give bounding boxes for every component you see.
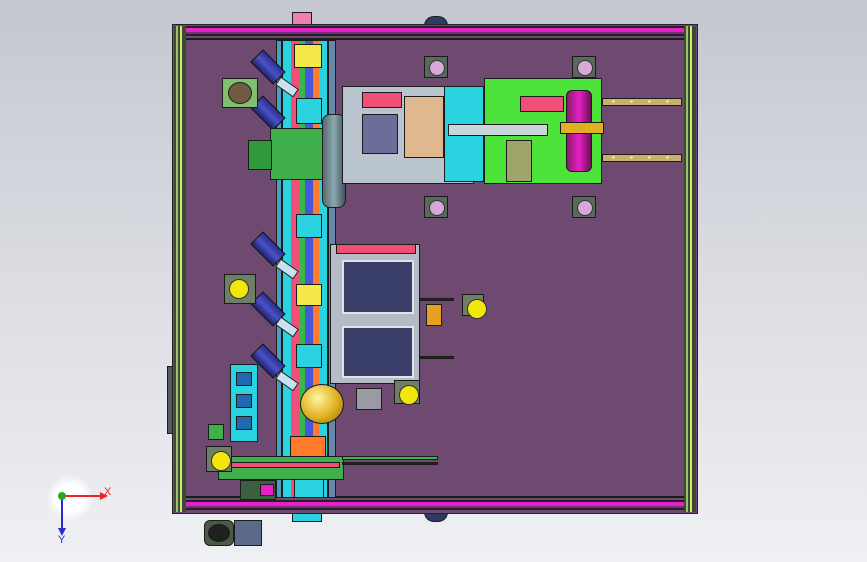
mounting-bolt [572, 196, 596, 218]
conveyor-station [296, 214, 322, 238]
cyan-column-inset [236, 394, 252, 408]
mounting-bolt [424, 56, 448, 78]
upper-assembly-dark [362, 114, 398, 154]
rail-hole [666, 100, 669, 103]
module-pin [420, 298, 454, 301]
conveyor-station [296, 98, 322, 124]
carriage-motor [506, 140, 532, 182]
frame-rail-left [174, 26, 186, 512]
upper-assembly-tan [404, 96, 444, 158]
carriage-pink-bar [520, 96, 564, 112]
carriage-bridge [448, 124, 548, 136]
cyan-column-inset [236, 416, 252, 430]
yellow-bolt [462, 294, 487, 319]
yellow-bolt [394, 380, 420, 405]
yellow-bolt [224, 274, 256, 304]
motor-coupler [234, 520, 262, 546]
rail-hole [612, 156, 615, 159]
long-rod [342, 462, 438, 465]
dark-module-lower [342, 326, 414, 378]
lower-platform-stripe [222, 462, 340, 468]
rail-hole [666, 156, 669, 159]
rail-hole [612, 100, 615, 103]
frame-rail-top [186, 26, 684, 36]
round-fitting-core [228, 82, 252, 104]
frame-inner-line-top [186, 38, 684, 40]
rail-hole [648, 100, 651, 103]
upper-assembly-pink [362, 92, 402, 108]
carriage-tan-bar [560, 122, 604, 134]
cyan-column-inset [236, 372, 252, 386]
sphere-bracket [356, 388, 382, 410]
module-pin [420, 356, 454, 359]
frame-rail-right [684, 26, 696, 512]
mounting-bolt [424, 196, 448, 218]
x-axis-label: X [104, 486, 112, 498]
module-latch [426, 304, 442, 326]
lower-platform [218, 456, 344, 480]
green-bracket [270, 128, 324, 180]
coordinate-triad: X Y [40, 474, 120, 554]
conveyor-station [296, 284, 322, 306]
triad-origin [58, 492, 66, 500]
gold-sphere [300, 384, 344, 424]
motor-gearbox-core [208, 524, 230, 542]
side-handle [167, 366, 173, 434]
rail-hole [630, 100, 633, 103]
long-rod [342, 456, 438, 460]
small-green-block [208, 424, 224, 440]
dark-module-upper [342, 260, 414, 314]
conveyor-station [296, 344, 322, 368]
cad-graphics-viewport[interactable]: X Y [0, 0, 867, 562]
rail-hole [630, 156, 633, 159]
bottom-mount-pink [260, 484, 274, 496]
green-bracket-inner [248, 140, 272, 170]
frame-rail-bottom [186, 500, 684, 510]
rail-hole [648, 156, 651, 159]
mounting-bolt [572, 56, 596, 78]
y-axis-label: Y [58, 534, 66, 546]
yellow-bolt [206, 446, 232, 472]
housing-top-strip [336, 244, 416, 254]
conveyor-station [294, 44, 322, 68]
